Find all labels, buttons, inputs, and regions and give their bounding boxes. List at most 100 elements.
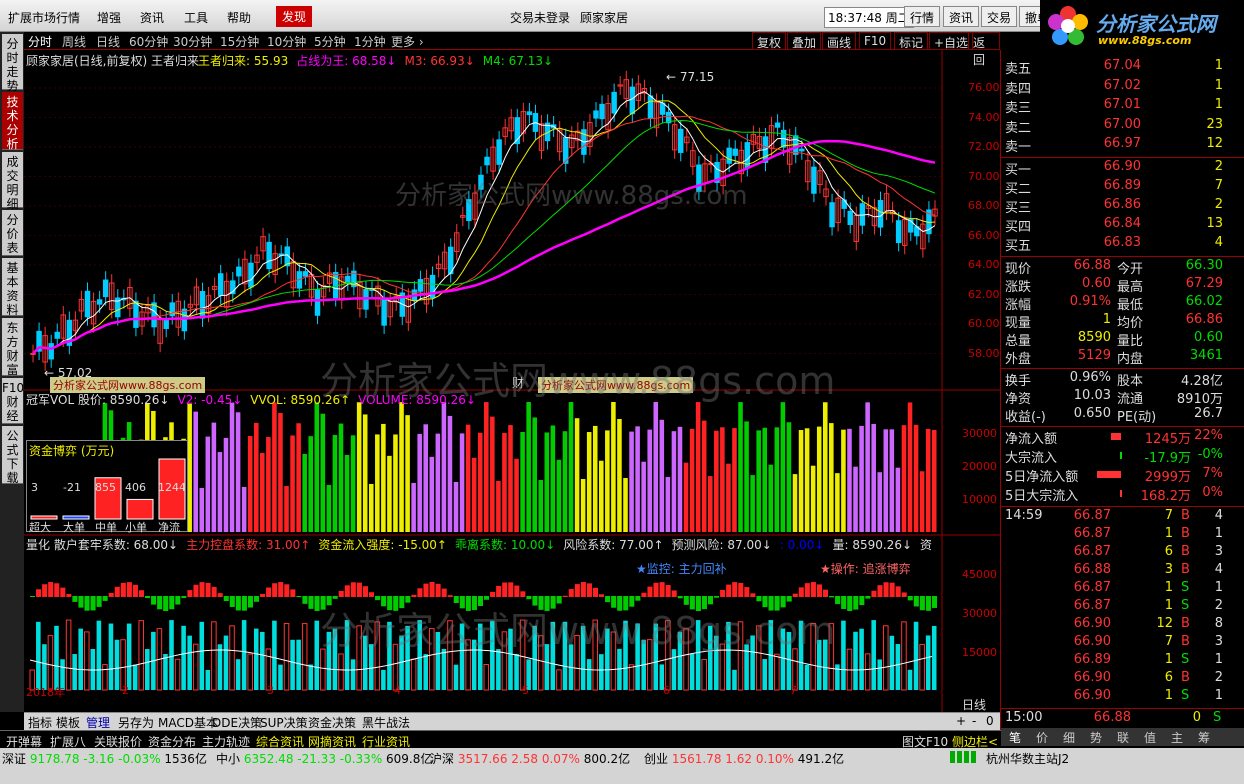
lower-volume-bar xyxy=(145,649,150,690)
main-y-tick: 72.00 xyxy=(968,140,1000,153)
vol-y-tick: 30000 xyxy=(962,427,997,440)
tab-fund-decision[interactable]: 资金决策 xyxy=(308,714,356,731)
tab-intraday[interactable]: 分时走势 xyxy=(2,34,23,93)
tab-formula-download[interactable]: 公式下载 xyxy=(2,426,23,485)
btn-info[interactable]: 资讯 xyxy=(943,6,980,27)
quote-label: 收益(-) xyxy=(1005,409,1046,425)
menu-enhance[interactable]: 增强 xyxy=(97,9,121,26)
lower-volume-bar xyxy=(423,654,429,690)
period-more[interactable]: 更多 › xyxy=(391,33,424,50)
tab-manage[interactable]: 管理 xyxy=(86,714,110,731)
tick-row: 66.90 12 B 8 xyxy=(1001,616,1244,635)
volume-bar xyxy=(423,424,429,532)
lower-volume-bar xyxy=(54,625,59,690)
tab-f10[interactable]: F10财经 xyxy=(2,378,24,424)
index-field: 创业 xyxy=(644,752,672,766)
period-15m[interactable]: 15分钟 xyxy=(220,33,259,50)
quant-bar xyxy=(229,596,235,607)
period-60m[interactable]: 60分钟 xyxy=(129,33,168,50)
btn-back[interactable]: 返回 xyxy=(968,32,1000,67)
quote-label: 总量 xyxy=(1005,333,1032,349)
tab-sup[interactable]: SUP决策 xyxy=(260,714,308,731)
period-5m[interactable]: 5分钟 xyxy=(314,33,346,50)
volume-bar xyxy=(677,426,683,532)
menu-tools[interactable]: 工具 xyxy=(184,9,208,26)
quote-tab[interactable]: 值 xyxy=(1144,729,1156,746)
tab-indicator[interactable]: 指标 xyxy=(28,714,52,731)
quant-bar xyxy=(48,582,54,597)
period-30m[interactable]: 30分钟 xyxy=(173,33,212,50)
period-1m[interactable]: 1分钟 xyxy=(354,33,386,50)
trade-login-status[interactable]: 交易未登录 xyxy=(510,9,570,26)
btn-add-watchlist[interactable]: +自选 xyxy=(929,32,974,50)
zoom-in-button[interactable]: + xyxy=(956,714,966,728)
quote-tab[interactable]: 笔 xyxy=(1009,729,1021,746)
tick-count: 2 xyxy=(1214,669,1223,685)
quant-bar xyxy=(296,596,302,598)
flow-row: 大宗流入 -17.9万 -0% xyxy=(1001,447,1244,466)
btn-trade[interactable]: 交易 xyxy=(981,6,1018,27)
volume-bar xyxy=(611,402,616,532)
tab-template[interactable]: 模板 xyxy=(56,714,80,731)
ask-row: 卖二 67.00 23 xyxy=(1001,117,1244,136)
menu-extended-market[interactable]: 扩展市场行情 xyxy=(8,9,80,26)
quant-bar xyxy=(792,593,798,597)
tab-eastmoney[interactable]: 东方财富 xyxy=(2,318,23,377)
lower-volume-bar xyxy=(314,620,320,690)
zoom-reset-button[interactable]: 0 xyxy=(986,714,994,728)
volume-bar xyxy=(284,485,289,532)
tab-save-as[interactable]: 另存为 xyxy=(118,714,154,731)
period-day[interactable]: 日线 xyxy=(96,33,120,50)
index-quote[interactable]: 创业 1561.78 1.62 0.10% 491.2亿 xyxy=(644,750,844,767)
tab-dde[interactable]: DDE决策 xyxy=(212,714,262,731)
volume-bar xyxy=(714,430,719,532)
quant-bar xyxy=(54,583,60,597)
vol-indicator-0: 冠军VOL 股价: 8590.26↓ xyxy=(26,393,170,407)
lower-volume-bar xyxy=(774,653,780,691)
btn-draw[interactable]: 画线 xyxy=(822,32,857,50)
quote-tab[interactable]: 细 xyxy=(1063,729,1075,746)
tab-technical-analysis[interactable]: 技术分析 xyxy=(2,92,23,151)
tab-price-table[interactable]: 分价表 xyxy=(2,210,23,256)
quote-tab[interactable]: 价 xyxy=(1036,729,1048,746)
quote-tab[interactable]: 筹 xyxy=(1198,729,1210,746)
tab-trade-details[interactable]: 成交明细 xyxy=(2,152,23,211)
period-10m[interactable]: 10分钟 xyxy=(267,33,306,50)
quote-tab[interactable]: 主 xyxy=(1171,729,1183,746)
btn-quote[interactable]: 行情 xyxy=(904,6,941,27)
btn-mark[interactable]: 标记 xyxy=(894,32,929,50)
volume-bar xyxy=(199,487,205,532)
quant-bar xyxy=(441,588,447,597)
quote-row: 涨幅 0.91% 最低 66.02 xyxy=(1001,294,1244,313)
volume-bar xyxy=(350,435,356,532)
menu-discover[interactable]: 发现 xyxy=(276,6,313,27)
index-quote[interactable]: 中小 6352.48 -21.33 -0.33% 609.8亿 xyxy=(216,750,432,767)
volume-bar xyxy=(592,425,598,532)
candle-body xyxy=(102,279,109,298)
period-intraday[interactable]: 分时 xyxy=(28,33,52,50)
bid-row: 买三 66.86 2 xyxy=(1001,197,1244,216)
btn-overlay[interactable]: 叠加 xyxy=(787,32,822,50)
btn-adjust[interactable]: 复权 xyxy=(752,32,787,50)
quote-tab[interactable]: 联 xyxy=(1117,729,1129,746)
main-indicator-0: 王者归来: 55.93 xyxy=(198,54,289,68)
lower-volume-bar xyxy=(181,625,186,690)
quote-tab[interactable]: 势 xyxy=(1090,729,1102,746)
period-week[interactable]: 周线 xyxy=(62,33,86,50)
tab-black-bull[interactable]: 黑牛战法 xyxy=(362,714,410,731)
menu-news[interactable]: 资讯 xyxy=(140,9,164,26)
tab-macd[interactable]: MACD基本 xyxy=(158,714,218,731)
tick-price: 66.90 xyxy=(1073,615,1111,631)
zoom-out-button[interactable]: - xyxy=(972,714,976,728)
btn-f10[interactable]: F10 xyxy=(859,32,892,50)
index-quote[interactable]: 沪深 3517.66 2.58 0.07% 800.2亿 xyxy=(430,750,630,767)
tab-fundamentals[interactable]: 基本资料 xyxy=(2,258,23,317)
tick-side: B xyxy=(1181,525,1190,541)
volume-bar xyxy=(726,463,731,532)
period-label: 日线 xyxy=(962,696,987,713)
index-quote[interactable]: 深证 9178.78 -3.16 -0.03% 1536亿 xyxy=(2,750,207,767)
volume-bar xyxy=(750,475,755,532)
lower-volume-bar xyxy=(47,635,54,691)
vol-y-tick: 20000 xyxy=(962,460,997,473)
menu-help[interactable]: 帮助 xyxy=(227,9,251,26)
